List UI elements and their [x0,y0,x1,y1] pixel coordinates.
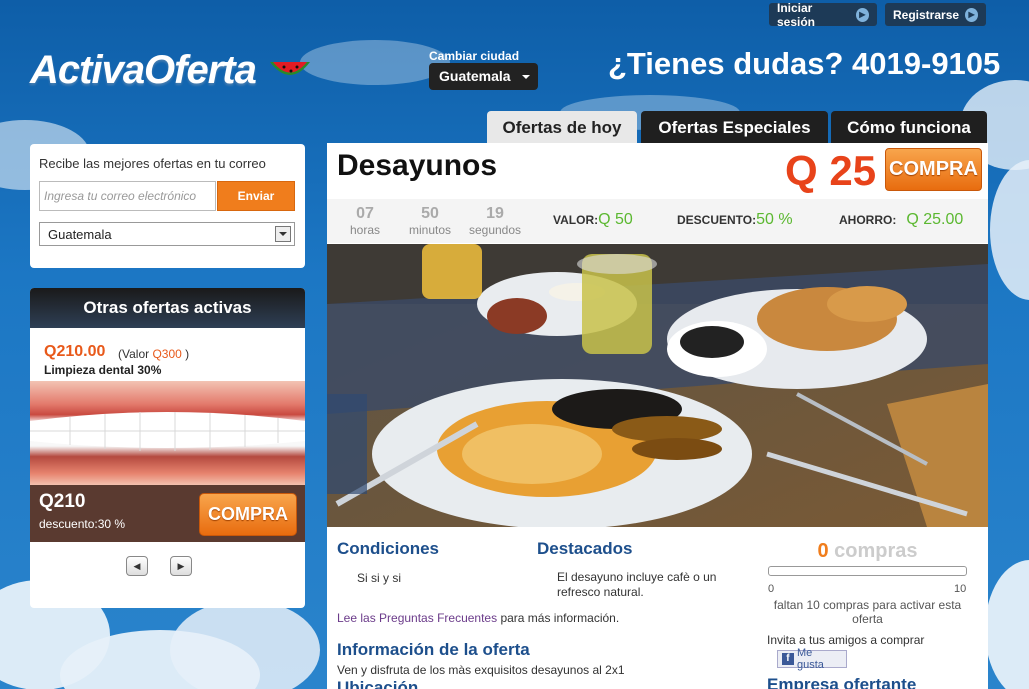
info-title: Información de la oferta [337,640,530,659]
arrow-left-icon[interactable]: ◀ [126,556,148,576]
valor-label: VALOR: [553,213,599,227]
deal-descuento: DESCUENTO:50 % [677,211,793,229]
tab-ofertas-especiales[interactable]: Ofertas Especiales [641,111,828,144]
send-button[interactable]: Enviar [217,181,295,211]
valor-value: Q 50 [598,211,633,228]
dropdown-arrow-icon[interactable] [275,226,291,242]
highlights-text: El desayuno incluye cafè o un refresco n… [557,570,717,599]
logo[interactable]: ActivaOferta [30,48,312,93]
timer-minutes-unit: minutos [408,223,452,237]
timer-hours-unit: horas [349,223,381,237]
other-offer-price: Q210.00 [44,343,106,360]
help-phone: ¿Tienes dudas? 4019-9105 [608,46,1001,81]
invite-text: Invita a tus amigos a comprar [767,633,925,647]
chevron-right-icon: ▶ [965,7,978,22]
conditions-title: Condiciones [337,539,440,558]
other-offer-image[interactable] [30,381,305,486]
other-offer-buy-bar: Q210 descuento:30 % COMPRA [30,485,305,542]
descuento-label: DESCUENTO: [677,213,757,227]
deal-ahorro: AHORRO: Q 25.00 [839,211,963,229]
countdown-bar: 07 horas 50 minutos 19 segundos VALOR:Q 50 … [327,199,988,243]
timer-hours: 07 horas [349,205,381,237]
timer-seconds: 19 segundos [465,205,525,237]
login-button[interactable]: Iniciar sesión ▶ [769,0,877,29]
purchase-count: 0 compras [768,540,967,563]
purchase-count-value: 0 [817,540,829,562]
purchase-progress-bar [768,566,967,576]
deal-valor: VALOR:Q 50 [553,211,633,229]
descuento-value: 50 % [756,211,793,228]
change-city-label: Cambiar ciudad [429,49,520,63]
tab-label: Ofertas Especiales [658,117,811,137]
logo-text: ActivaOferta [30,48,257,92]
deal-buy-button[interactable]: COMPRA [885,148,982,191]
email-input[interactable]: Ingresa tu correo electrónico [39,181,216,211]
tab-label: Cómo funciona [847,117,971,137]
city-select[interactable]: Guatemala [429,63,538,90]
tab-ofertas-de-hoy[interactable]: Ofertas de hoy [487,111,637,144]
chevron-right-icon: ▶ [855,7,869,22]
timer-hours-value: 07 [356,205,374,222]
location-title: Ubicación [337,678,419,689]
value-prefix: (Valor [118,347,153,361]
timer-minutes-value: 50 [421,205,439,222]
faq-line: Lee las Preguntas Frecuentes para más in… [337,611,619,625]
timer-seconds-value: 19 [486,205,504,222]
timer-minutes: 50 minutos [405,205,455,237]
other-offers-panel: Otras ofertas activas Q210.00 (Valor Q30… [30,288,305,608]
ahorro-value: Q 25.00 [906,211,964,228]
card-price: Q210 [39,491,86,512]
faq-link[interactable]: Lee las Preguntas Frecuentes [337,611,497,625]
facebook-like-button[interactable]: f Me gusta [777,647,847,671]
missing-purchases-text: faltan 10 compras para activar esta ofer… [773,598,962,626]
ahorro-label: AHORRO: [839,213,897,227]
subscribe-title: Recibe las mejores ofertas en tu correo [39,156,266,171]
timer-seconds-unit: segundos [468,223,522,237]
register-button[interactable]: Registrarse ▶ [885,3,986,26]
highlights-title: Destacados [537,539,633,558]
value-suffix: ) [181,347,190,361]
tab-label: Ofertas de hoy [502,117,622,137]
discount-value: 30 % [97,517,126,531]
subscribe-city-value: Guatemala [48,227,112,242]
other-offers-heading: Otras ofertas activas [30,288,305,328]
like-label: Me gusta [796,647,824,671]
card-discount: descuento:30 % [39,517,125,531]
faq-suffix: para más información. [497,611,620,625]
other-offer-value: (Valor Q300 ) [118,347,189,361]
city-select-value: Guatemala [439,68,511,84]
other-offer-buy-button[interactable]: COMPRA [199,493,297,536]
arrow-right-icon[interactable]: ▶ [170,556,192,576]
login-label: Iniciar sesión [777,0,816,29]
value-amount: Q300 [152,347,182,361]
progress-min: 0 [768,583,775,595]
discount-label: descuento: [39,517,98,531]
purchase-count-label: compras [828,540,918,562]
tab-como-funciona[interactable]: Cómo funciona [831,111,987,144]
progress-max: 10 [954,583,967,595]
facebook-icon: f [782,653,794,665]
chevron-down-icon [522,75,530,83]
subscribe-city-select[interactable]: Guatemala [39,222,295,246]
deal-price: Q 25 [785,147,877,194]
subscribe-panel: Recibe las mejores ofertas en tu correo … [30,144,305,268]
company-title: Empresa ofertante [767,675,917,689]
deal-panel: Desayunos Q 25 COMPRA 07 horas 50 minutos … [327,143,988,689]
watermelon-icon [270,62,310,76]
register-label: Registrarse [893,7,960,22]
conditions-text: Si si y si [357,571,402,585]
other-offer-name[interactable]: Limpieza dental 30% [44,363,161,377]
info-text: Ven y disfruta de los màs exquisitos des… [337,663,625,677]
deal-photo [327,244,988,527]
deal-title: Desayunos [337,149,498,182]
